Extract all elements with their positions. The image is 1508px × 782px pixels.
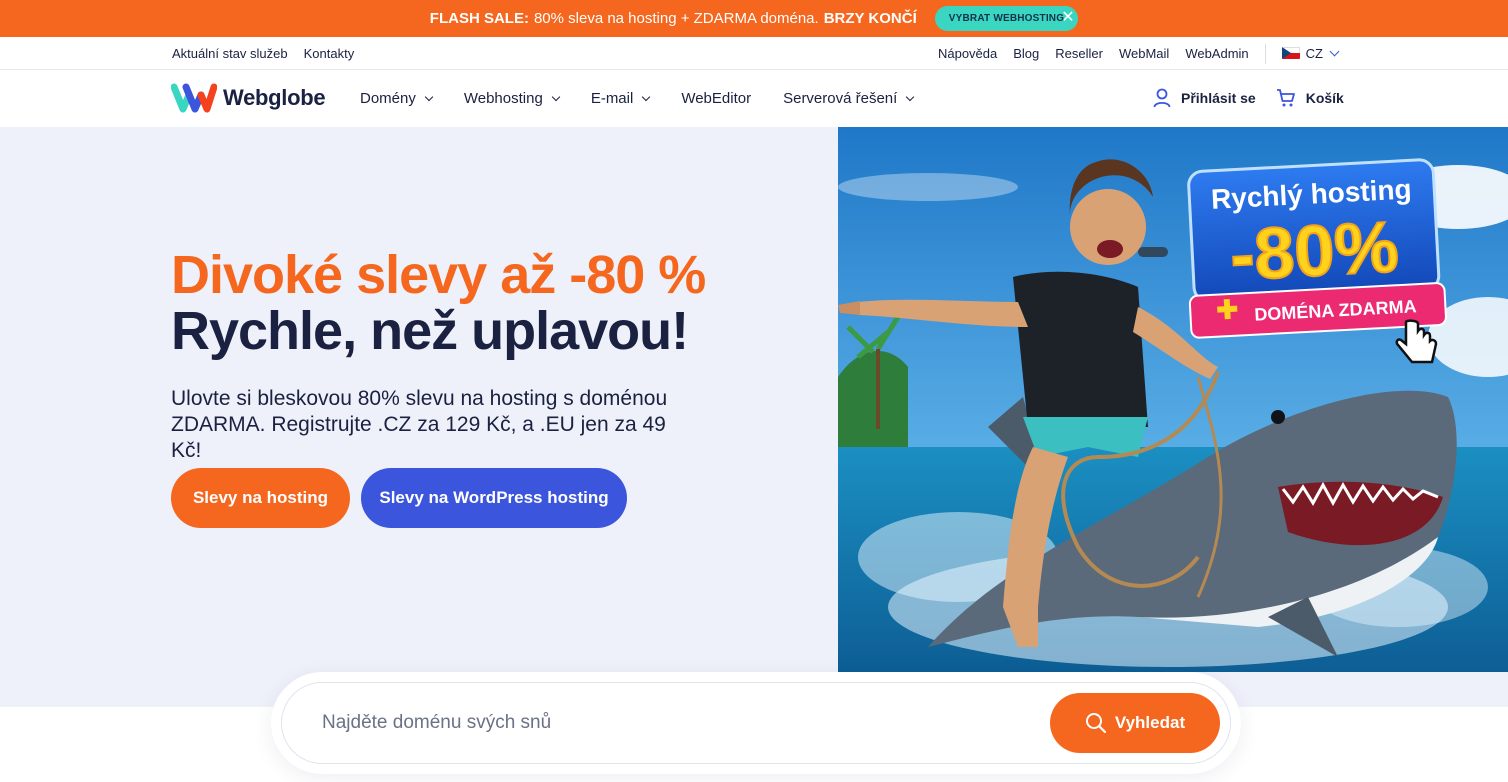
link-reseller[interactable]: Reseller bbox=[1055, 46, 1103, 61]
utility-bar: Aktuální stav služeb Kontakty Nápověda B… bbox=[0, 37, 1508, 70]
logo[interactable]: Webglobe bbox=[171, 83, 326, 113]
link-blog[interactable]: Blog bbox=[1013, 46, 1039, 61]
domain-search-input[interactable]: Najděte doménu svých snů Vyhledat bbox=[281, 682, 1231, 764]
flash-text: 80% sleva na hosting + ZDARMA doména. bbox=[533, 10, 819, 27]
cart-button[interactable]: Košík bbox=[1276, 88, 1344, 108]
hero-lead-text: Ulovte si bleskovou 80% slevu na hosting… bbox=[171, 387, 668, 462]
close-icon[interactable]: ✕ bbox=[1061, 8, 1075, 28]
menu-domains[interactable]: Domény bbox=[360, 90, 434, 107]
webglobe-logo-icon bbox=[171, 83, 217, 113]
menu-webeditor[interactable]: WebEditor bbox=[681, 90, 751, 107]
user-icon bbox=[1153, 88, 1171, 108]
flash-cta-button[interactable]: VYBRAT WEBHOSTING bbox=[934, 6, 1079, 31]
main-nav: Webglobe Domény Webhosting E-mail WebEdi… bbox=[0, 70, 1508, 127]
cart-label: Košík bbox=[1305, 90, 1344, 106]
logo-text: Webglobe bbox=[223, 85, 326, 110]
search-button[interactable]: Vyhledat bbox=[1050, 693, 1220, 753]
language-code: CZ bbox=[1305, 46, 1323, 61]
link-help[interactable]: Nápověda bbox=[938, 46, 997, 61]
menu-label: E-mail bbox=[590, 90, 634, 107]
chevron-down-icon bbox=[551, 92, 561, 102]
hero-headline: Rychle, než uplavou! bbox=[171, 301, 689, 361]
link-webmail[interactable]: WebMail bbox=[1119, 46, 1169, 61]
wordpress-deals-button[interactable]: Slevy na WordPress hosting bbox=[361, 468, 627, 528]
link-service-status[interactable]: Aktuální stav služeb bbox=[172, 46, 288, 61]
flash-label: FLASH SALE: bbox=[429, 10, 529, 27]
hero-headline-accent: Divoké slevy až -80 % bbox=[171, 245, 706, 305]
chevron-down-icon bbox=[1329, 46, 1340, 57]
login-button[interactable]: Přihlásit se bbox=[1153, 88, 1256, 108]
search-icon bbox=[1085, 713, 1106, 734]
badge-percent: -80% bbox=[1228, 207, 1400, 296]
hosting-deals-button[interactable]: Slevy na hosting bbox=[171, 468, 350, 528]
link-webadmin[interactable]: WebAdmin bbox=[1185, 46, 1248, 61]
menu-label: Domény bbox=[360, 90, 416, 107]
login-label: Přihlásit se bbox=[1181, 90, 1256, 106]
menu-email[interactable]: E-mail bbox=[590, 90, 651, 107]
menu-label: Serverová řešení bbox=[783, 90, 898, 107]
chevron-down-icon bbox=[906, 92, 915, 102]
chevron-down-icon bbox=[424, 92, 434, 102]
chevron-down-icon bbox=[642, 92, 651, 102]
language-selector[interactable]: CZ bbox=[1281, 46, 1340, 61]
hero-image: Rychlý hosting -80% DOMÉNA ZDARMA bbox=[838, 127, 1508, 672]
flash-sale-bar: FLASH SALE: 80% sleva na hosting + ZDARM… bbox=[0, 0, 1508, 37]
search-button-label: Vyhledat bbox=[1114, 713, 1186, 732]
menu-webhosting[interactable]: Webhosting bbox=[463, 90, 561, 107]
link-contacts[interactable]: Kontakty bbox=[304, 46, 355, 61]
czech-flag-icon bbox=[1281, 47, 1300, 59]
flash-message: FLASH SALE: 80% sleva na hosting + ZDARM… bbox=[430, 10, 917, 27]
menu-label: Webhosting bbox=[463, 90, 543, 107]
cart-icon bbox=[1276, 89, 1295, 107]
shark-rider-illustration: Rychlý hosting -80% DOMÉNA ZDARMA bbox=[838, 127, 1508, 672]
search-placeholder: Najděte doménu svých snů bbox=[322, 712, 552, 733]
flash-emphasis: BRZY KONČÍ bbox=[823, 10, 917, 27]
menu-server-solutions[interactable]: Serverová řešení bbox=[783, 90, 915, 107]
menu-label: WebEditor bbox=[681, 90, 752, 107]
divider bbox=[1264, 43, 1266, 64]
